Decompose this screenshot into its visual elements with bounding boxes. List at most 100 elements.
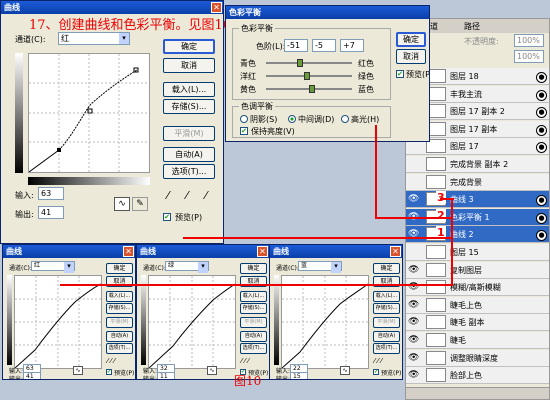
eyedropper-white-icon[interactable]: ⁄ [205, 189, 207, 202]
midtones-radio[interactable] [288, 115, 296, 123]
ok-button[interactable]: 确定 [163, 39, 215, 54]
layer-row[interactable]: 完成背景 [406, 173, 549, 191]
curve-tool-icon[interactable]: ∿ [114, 197, 130, 211]
channel-select[interactable]: 红 [58, 32, 130, 45]
layer-row[interactable]: 图层 15 [406, 244, 549, 261]
eye-icon[interactable] [408, 141, 421, 152]
close-icon[interactable]: ✕ [257, 246, 268, 257]
small-curve-tool-icon[interactable]: ∿ [73, 366, 83, 375]
main-curve-graph[interactable] [28, 53, 150, 173]
small-ok-button[interactable]: 确定 [373, 263, 400, 274]
highlights-radio[interactable] [341, 115, 349, 123]
auto-button[interactable]: 自动(A) [163, 147, 215, 162]
level-field-3[interactable]: +7 [340, 39, 364, 52]
small-channel-select[interactable]: 红 [31, 261, 75, 273]
small-channel-select[interactable]: 蓝 [298, 261, 342, 273]
slider-thumb[interactable] [304, 72, 311, 80]
small-options-button[interactable]: 选项(T)... [240, 343, 267, 354]
small-curve-graph[interactable] [14, 275, 102, 369]
small-eyedropper-icon[interactable]: ⁄ ⁄ ⁄ [107, 357, 115, 365]
pencil-tool-icon[interactable]: ✎ [132, 197, 148, 211]
small-output-field[interactable]: 15 [290, 372, 308, 379]
small-load-button[interactable]: 载入(L)... [373, 291, 400, 302]
layer-row[interactable]: 👁 睫毛 副本 [406, 314, 549, 332]
layer-row[interactable]: 👁曲线 33● [406, 191, 549, 209]
smooth-button[interactable]: 平滑(M) [163, 126, 215, 141]
layer-row[interactable]: 👁 睫毛 [406, 332, 549, 349]
small-options-button[interactable]: 选项(T)... [106, 343, 133, 354]
small-auto-button[interactable]: 自动(A) [106, 331, 133, 342]
eye-icon[interactable]: 👁 [408, 317, 421, 328]
small-eyedropper-icon[interactable]: ⁄ ⁄ ⁄ [241, 357, 249, 365]
layer-row[interactable]: 👁 复制图层 [406, 261, 549, 279]
small-curve-graph[interactable] [281, 275, 369, 369]
small-auto-button[interactable]: 自动(A) [373, 331, 400, 342]
fill-field[interactable]: 100% [514, 50, 544, 63]
small-output-field[interactable]: 11 [157, 372, 175, 379]
small-smooth-button[interactable]: 平滑(M) [106, 317, 133, 328]
eye-icon[interactable]: 👁 [408, 370, 421, 381]
eye-icon[interactable]: 👁 [408, 353, 421, 364]
small-save-button[interactable]: 存储(S)... [240, 303, 267, 314]
small-load-button[interactable]: 载入(L)... [106, 291, 133, 302]
slider-thumb[interactable] [297, 59, 304, 67]
small-save-button[interactable]: 存储(S)... [106, 303, 133, 314]
tab-paths[interactable]: 路径 [464, 21, 480, 32]
eye-icon[interactable]: 👁 [408, 300, 421, 311]
small-preview-checkbox[interactable]: ✔ [373, 369, 379, 375]
preserve-checkbox[interactable]: ✔ [240, 127, 248, 135]
cb-ok-button[interactable]: 确定 [396, 32, 426, 47]
small-eyedropper-icon[interactable]: ⁄ ⁄ ⁄ [374, 357, 382, 365]
output-field[interactable]: 41 [38, 206, 64, 219]
small-smooth-button[interactable]: 平滑(M) [373, 317, 400, 328]
eye-icon[interactable]: 👁 [408, 265, 421, 276]
small-output-gradient [274, 275, 279, 365]
cb-cancel-button[interactable]: 取消 [396, 49, 426, 64]
cb-preview-label: 预览(P) [406, 70, 430, 79]
load-button[interactable]: 载入(L)... [163, 82, 215, 97]
layer-row[interactable]: 👁 睫毛上色 [406, 296, 549, 314]
eye-icon[interactable] [408, 159, 421, 170]
small-preview-checkbox[interactable]: ✔ [106, 369, 112, 375]
eyedropper-gray-icon[interactable]: ⁄ [186, 189, 188, 202]
small-output-field[interactable]: 41 [23, 372, 41, 379]
layer-row[interactable]: 👁 调整眼睛深度 [406, 349, 549, 367]
eye-icon[interactable] [408, 247, 421, 258]
eye-icon[interactable]: 👁 [408, 194, 421, 205]
small-curve-tool-icon[interactable]: ∿ [340, 366, 350, 375]
level-field-1[interactable]: -51 [284, 39, 308, 52]
options-button[interactable]: 选项(T)... [163, 164, 215, 179]
opacity-field[interactable]: 100% [514, 34, 544, 47]
small-load-button[interactable]: 载入(L)... [240, 291, 267, 302]
small-ok-button[interactable]: 确定 [240, 263, 267, 274]
close-icon[interactable]: ✕ [390, 246, 401, 257]
close-icon[interactable]: ✕ [123, 246, 134, 257]
eye-icon[interactable] [408, 177, 421, 188]
level-field-2[interactable]: -5 [312, 39, 336, 52]
shadows-radio[interactable] [240, 115, 248, 123]
eye-icon[interactable]: 👁 [408, 335, 421, 346]
small-smooth-button[interactable]: 平滑(M) [240, 317, 267, 328]
cancel-button[interactable]: 取消 [163, 58, 215, 73]
cb-preview-checkbox[interactable]: ✔ [396, 70, 404, 78]
small-save-button[interactable]: 存储(S)... [373, 303, 400, 314]
layer-row[interactable]: 👁 曲线 2 1 ● [406, 226, 549, 244]
layer-row[interactable]: 👁 模糊/高斯模糊 [406, 279, 549, 297]
slider-track[interactable] [266, 62, 352, 64]
small-options-button[interactable]: 选项(T)... [373, 343, 400, 354]
preview-checkbox[interactable]: ✔ [163, 213, 171, 221]
small-auto-button[interactable]: 自动(A) [240, 331, 267, 342]
small-channel-value: 蓝 [301, 262, 308, 269]
save-button[interactable]: 存储(S)... [163, 99, 215, 114]
slider-right-label: 红色 [358, 59, 374, 68]
small-curve-graph[interactable] [148, 275, 236, 369]
eyedropper-black-icon[interactable]: ⁄ [167, 189, 169, 202]
layer-row[interactable]: 👁 脸部上色 [406, 367, 549, 385]
slider-thumb[interactable] [308, 85, 315, 93]
input-field[interactable]: 63 [38, 187, 64, 200]
small-channel-select[interactable]: 绿 [165, 261, 209, 273]
small-curve-tool-icon[interactable]: ∿ [207, 366, 217, 375]
layer-row[interactable]: 完成背景 副本 2 [406, 156, 549, 173]
close-icon[interactable]: ✕ [211, 2, 222, 13]
small-ok-button[interactable]: 确定 [106, 263, 133, 274]
